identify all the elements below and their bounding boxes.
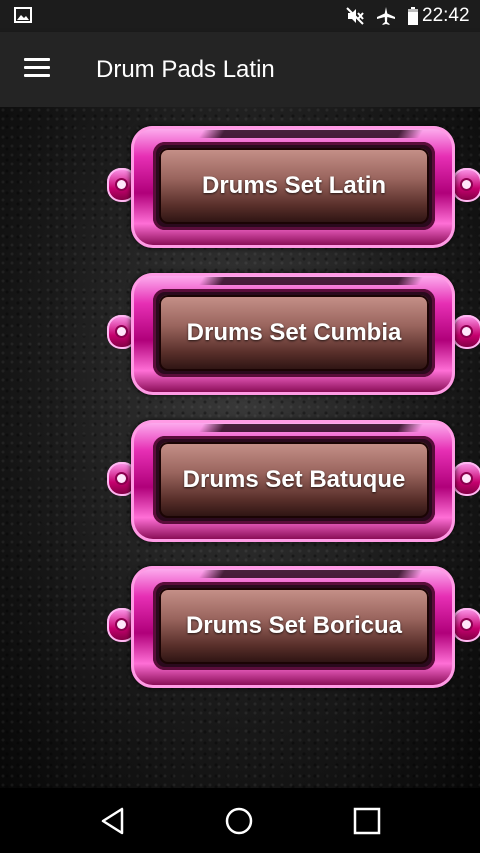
drums-set-boricua-button[interactable]: Drums Set Boricua <box>107 566 480 688</box>
pad-label: Drums Set Boricua <box>185 612 403 639</box>
home-icon[interactable] <box>224 806 254 836</box>
pad-panel: Drums Set Cumbia <box>153 289 435 377</box>
pad-panel: Drums Set Latin <box>153 142 435 230</box>
status-bar: 22:42 <box>0 0 480 32</box>
drums-set-batuque-button[interactable]: Drums Set Batuque <box>107 420 480 542</box>
drum-set-list: Drums Set Latin Drums Set Cumbia Drums S… <box>0 107 480 788</box>
pad-rivet <box>452 608 480 642</box>
pad-rivet <box>452 315 480 349</box>
pad-rivet <box>452 462 480 496</box>
battery-icon <box>408 7 418 25</box>
drums-set-latin-button[interactable]: Drums Set Latin <box>107 126 480 248</box>
mute-icon <box>346 7 364 25</box>
navigation-bar <box>0 788 480 853</box>
pad-label: Drums Set Batuque <box>182 466 406 493</box>
app-bar: Drum Pads Latin <box>0 32 480 107</box>
app-title: Drum Pads Latin <box>96 56 275 83</box>
recents-icon[interactable] <box>352 806 382 836</box>
pad-rivet <box>452 168 480 202</box>
pad-panel: Drums Set Boricua <box>153 582 435 670</box>
airplane-icon <box>377 7 395 25</box>
drums-set-cumbia-button[interactable]: Drums Set Cumbia <box>107 273 480 395</box>
pad-label: Drums Set Latin <box>201 172 387 199</box>
status-clock: 22:42 <box>422 5 470 26</box>
back-icon[interactable] <box>98 806 128 836</box>
pad-label: Drums Set Cumbia <box>186 319 402 346</box>
gallery-icon <box>14 7 32 23</box>
menu-icon[interactable] <box>24 58 50 80</box>
pad-panel: Drums Set Batuque <box>153 436 435 524</box>
